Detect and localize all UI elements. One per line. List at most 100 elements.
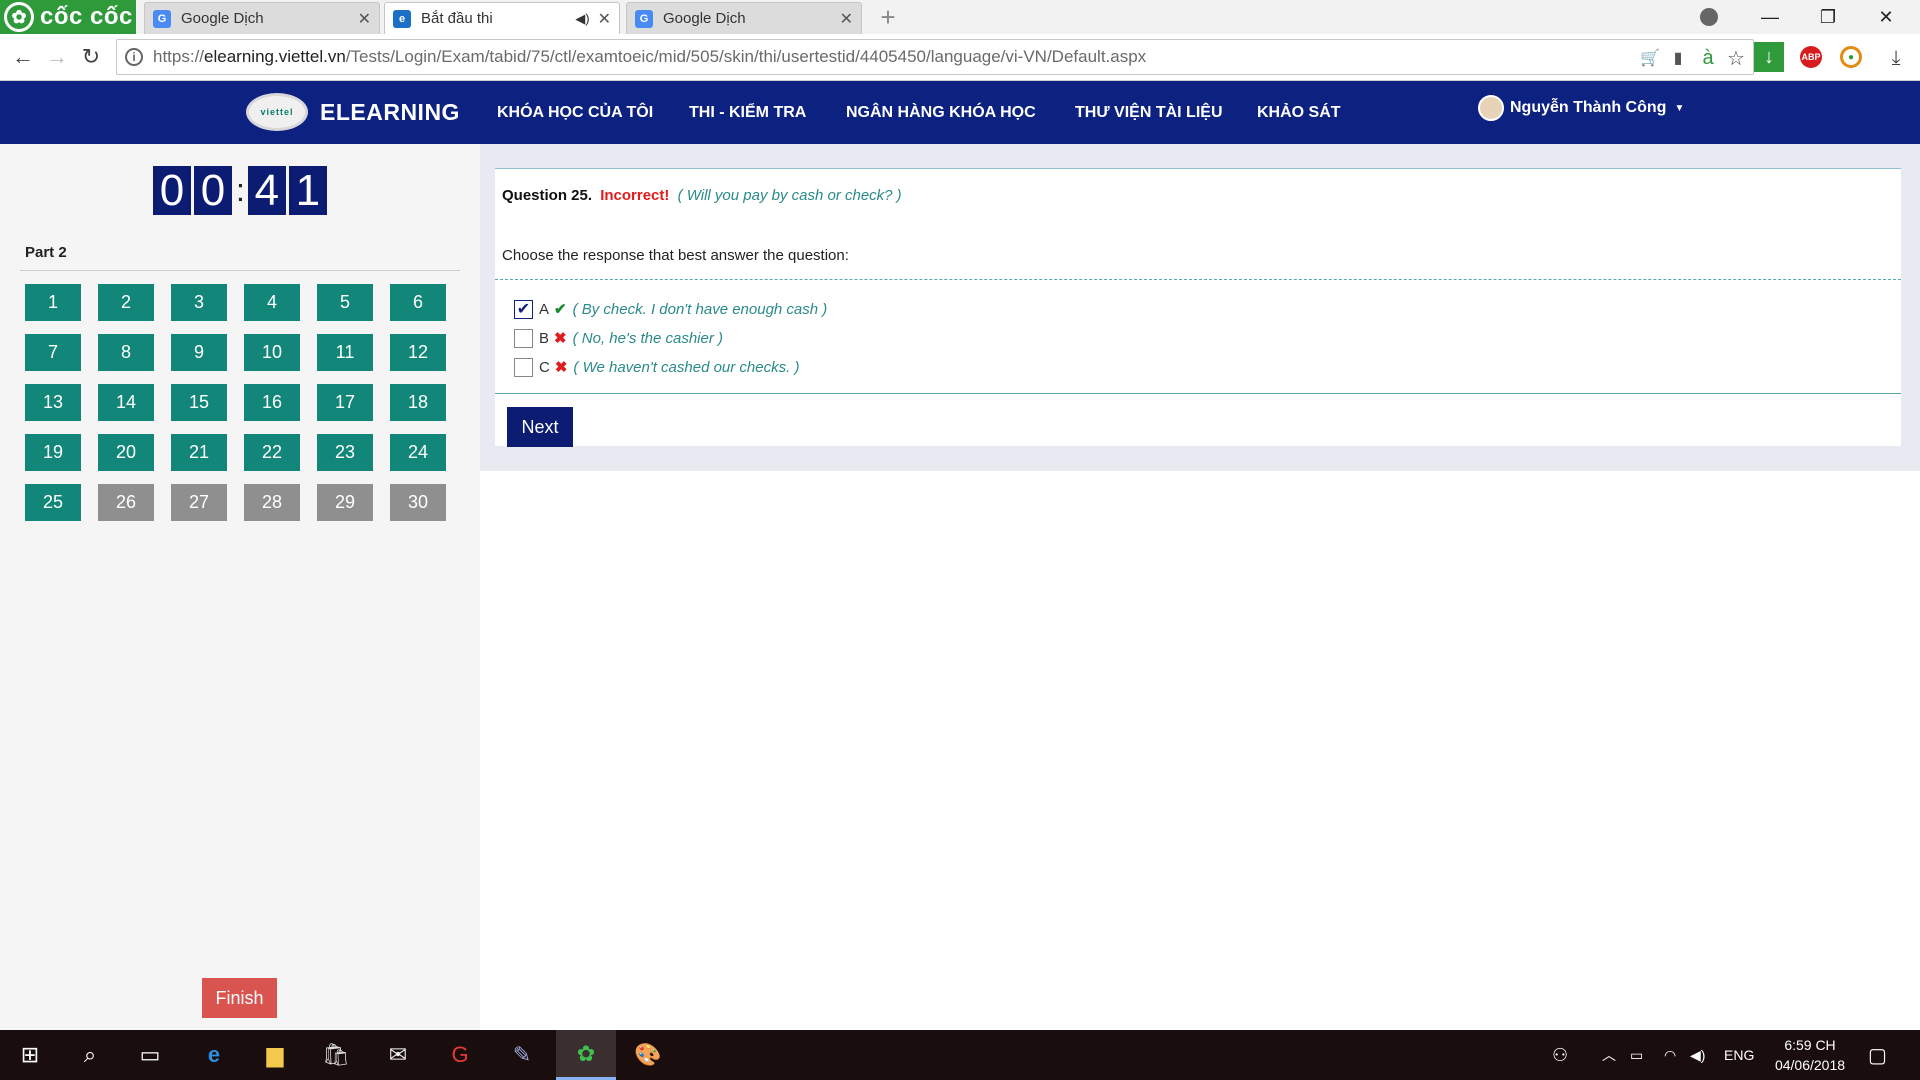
battery-icon[interactable]: ▭: [1630, 1030, 1643, 1080]
question-nav-button[interactable]: 20: [98, 434, 154, 471]
nav-course-bank[interactable]: NGÂN HÀNG KHÓA HỌC: [846, 104, 1036, 122]
clock[interactable]: 6:59 CH 04/06/2018: [1760, 1035, 1860, 1075]
download-manager-icon[interactable]: ↓: [1754, 42, 1784, 72]
paint-icon[interactable]: ✎: [492, 1030, 552, 1080]
question-nav-button[interactable]: 5: [317, 284, 373, 321]
question-nav-button[interactable]: 18: [390, 384, 446, 421]
notification-icon[interactable]: ▢: [1868, 1030, 1887, 1080]
close-icon[interactable]: ✕: [598, 9, 611, 29]
forward-button[interactable]: →: [42, 42, 72, 72]
option-a[interactable]: ✔ A ✔ ( By check. I don't have enough ca…: [514, 298, 827, 320]
mail-icon[interactable]: ✉: [368, 1030, 428, 1080]
question-navigator-panel: 0 0 : 4 1 Part 2 1 2 3 4 5 6 7 8 9 10 11 12 13 14 15 16…: [0, 144, 480, 1030]
site-name[interactable]: ELEARNING: [320, 99, 460, 126]
nav-survey[interactable]: KHẢO SÁT: [1257, 104, 1341, 122]
coccoc-menu-button[interactable]: ✿ cốc cốc: [0, 0, 136, 34]
question-nav-button[interactable]: 2: [98, 284, 154, 321]
question-nav-button[interactable]: 9: [171, 334, 227, 371]
question-nav-button[interactable]: 15: [171, 384, 227, 421]
user-name: Nguyễn Thành Công: [1510, 99, 1667, 116]
question-nav-button[interactable]: 13: [25, 384, 81, 421]
question-nav-button[interactable]: 17: [317, 384, 373, 421]
question-nav-button[interactable]: 10: [244, 334, 300, 371]
timer-digit: 1: [288, 166, 327, 215]
tab-google-dich-2[interactable]: G Google Dịch ✕: [626, 2, 862, 34]
nav-exams[interactable]: THI - KIỂM TRA: [689, 104, 806, 122]
question-nav-button[interactable]: 6: [390, 284, 446, 321]
chevron-up-icon[interactable]: ︿: [1602, 1030, 1616, 1080]
question-nav-button[interactable]: 24: [390, 434, 446, 471]
timer-digit: 4: [247, 166, 286, 215]
close-icon[interactable]: ✕: [840, 9, 853, 29]
option-b[interactable]: B ✖ ( No, he's the cashier ): [514, 327, 723, 349]
adblock-icon[interactable]: ABP: [1800, 46, 1822, 68]
people-icon[interactable]: ⚇: [1552, 1030, 1568, 1080]
option-a-checkbox[interactable]: ✔: [514, 299, 533, 319]
translate-extension-icon[interactable]: ▮: [1666, 46, 1690, 70]
downloads-icon[interactable]: ⤓: [1884, 46, 1908, 70]
timer-colon: :: [236, 172, 245, 208]
task-view-icon[interactable]: ▭: [120, 1030, 180, 1080]
question-nav-button[interactable]: 7: [25, 334, 81, 371]
reload-button[interactable]: ↻: [76, 42, 106, 72]
user-menu[interactable]: Nguyễn Thành Công ▼: [1478, 95, 1684, 121]
question-nav-button[interactable]: 23: [317, 434, 373, 471]
volume-icon[interactable]: ◀): [1690, 1030, 1705, 1080]
extension-ring-icon[interactable]: ●: [1840, 46, 1862, 68]
nav-document-library[interactable]: THƯ VIỆN TÀI LIỆU: [1075, 104, 1223, 122]
finish-button[interactable]: Finish: [202, 978, 277, 1018]
question-nav-button[interactable]: 1: [25, 284, 81, 321]
google-translate-icon: G: [635, 9, 653, 28]
search-icon[interactable]: ⌕: [60, 1030, 120, 1080]
wifi-icon[interactable]: ◠: [1664, 1030, 1676, 1080]
clock-time: 6:59 CH: [1784, 1037, 1836, 1053]
windows-start-icon[interactable]: ⊞: [0, 1030, 60, 1080]
question-nav-button[interactable]: 28: [244, 484, 300, 521]
question-nav-button[interactable]: 3: [171, 284, 227, 321]
question-nav-button[interactable]: 4: [244, 284, 300, 321]
tab-bat-dau-thi[interactable]: e Bắt đầu thi ◀) ✕: [384, 2, 620, 34]
restore-button[interactable]: ❐: [1800, 0, 1856, 34]
question-nav-button[interactable]: 27: [171, 484, 227, 521]
garena-icon[interactable]: G: [430, 1030, 490, 1080]
next-button[interactable]: Next: [507, 407, 573, 447]
store-icon[interactable]: 🛍: [306, 1030, 366, 1080]
question-nav-button[interactable]: 25: [25, 484, 81, 521]
question-nav-button[interactable]: 16: [244, 384, 300, 421]
edge-browser-icon[interactable]: e: [184, 1030, 244, 1080]
back-button[interactable]: ←: [8, 42, 38, 72]
shopping-cart-icon[interactable]: 🛒: [1638, 46, 1662, 70]
option-c-checkbox[interactable]: [514, 357, 533, 377]
question-nav-button[interactable]: 12: [390, 334, 446, 371]
info-icon[interactable]: i: [125, 48, 143, 66]
profile-icon[interactable]: [1696, 4, 1722, 30]
question-nav-button[interactable]: 29: [317, 484, 373, 521]
question-nav-button[interactable]: 26: [98, 484, 154, 521]
option-b-checkbox[interactable]: [514, 328, 533, 348]
tab-google-dich-1[interactable]: G Google Dịch ✕: [144, 2, 380, 34]
viettel-logo[interactable]: viettel: [246, 93, 308, 131]
question-nav-button[interactable]: 21: [171, 434, 227, 471]
minimize-button[interactable]: —: [1742, 0, 1798, 34]
question-nav-button[interactable]: 22: [244, 434, 300, 471]
question-nav-button[interactable]: 19: [25, 434, 81, 471]
file-explorer-icon[interactable]: ▆: [245, 1030, 305, 1080]
coccoc-taskbar-icon[interactable]: ✿: [556, 1030, 616, 1080]
question-nav-button[interactable]: 14: [98, 384, 154, 421]
nav-my-courses[interactable]: KHÓA HỌC CỦA TÔI: [497, 104, 653, 122]
coccoc-accent-icon[interactable]: à: [1696, 46, 1720, 70]
question-nav-button[interactable]: 8: [98, 334, 154, 371]
bookmark-star-icon[interactable]: ☆: [1724, 46, 1748, 70]
question-card: Question 25. Incorrect! ( Will you pay b…: [495, 168, 1901, 447]
question-nav-button[interactable]: 30: [390, 484, 446, 521]
option-c[interactable]: C ✖ ( We haven't cashed our checks. ): [514, 356, 799, 378]
close-window-button[interactable]: ✕: [1858, 0, 1914, 34]
timer-digit: 0: [153, 166, 191, 215]
speaker-icon[interactable]: ◀): [575, 11, 589, 27]
new-tab-button[interactable]: +: [874, 2, 902, 32]
language-indicator[interactable]: ENG: [1724, 1030, 1754, 1080]
address-bar[interactable]: i https://elearning.viettel.vn/Tests/Log…: [116, 39, 1754, 75]
question-nav-button[interactable]: 11: [317, 334, 373, 371]
close-icon[interactable]: ✕: [358, 9, 371, 29]
paint-3d-icon[interactable]: 🎨: [618, 1030, 678, 1080]
